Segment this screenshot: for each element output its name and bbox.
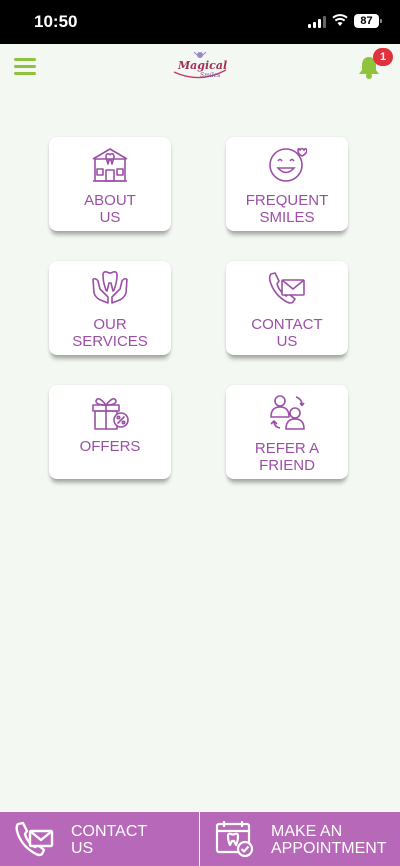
make-appointment-button-line2: APPOINTMENT (271, 840, 387, 857)
smile-face-heart-icon (269, 147, 307, 182)
status-bar: 10:50 87 (0, 0, 400, 44)
phone-envelope-icon (268, 272, 305, 304)
refer-friend-icon (270, 395, 305, 430)
our-services-label-line1: OUR (93, 316, 127, 333)
about-us-label-line2: US (99, 209, 121, 226)
frequent-smiles-tile[interactable]: FREQUENT SMILES (226, 137, 348, 231)
notification-badge: 1 (373, 48, 393, 66)
contact-us-button[interactable]: CONTACT US (0, 812, 199, 866)
menu-icon[interactable] (14, 58, 36, 76)
calendar-tooth-icon (215, 821, 254, 858)
offers-label-line1: OFFERS (79, 438, 141, 455)
contact-us-button-line1: CONTACT (71, 823, 148, 840)
logo-text: Magical (178, 59, 228, 72)
status-time: 10:50 (34, 12, 78, 31)
about-us-label-line1: ABOUT (84, 192, 136, 209)
tooth-hands-icon (92, 271, 128, 304)
app-header: Magical Smiles (0, 44, 400, 92)
logo-subtext: Smiles (200, 72, 221, 79)
about-us-tile[interactable]: ABOUT US (49, 137, 171, 231)
dental-clinic-building-icon (92, 148, 128, 182)
offers-tile[interactable]: OFFERS (49, 385, 171, 479)
our-services-label-line2: SERVICES (72, 333, 148, 350)
wifi-icon (332, 14, 348, 26)
frequent-smiles-label-line1: FREQUENT (245, 192, 329, 209)
phone-envelope-icon (15, 821, 54, 857)
refer-a-friend-tile[interactable]: REFER A FRIEND (226, 385, 348, 479)
make-appointment-button[interactable]: MAKE AN APPOINTMENT (200, 812, 400, 866)
refer-a-friend-label-line2: FRIEND (259, 457, 315, 474)
make-appointment-button-line1: MAKE AN (271, 823, 343, 840)
gift-discount-icon (92, 397, 129, 430)
app-logo: Magical Smiles (170, 50, 230, 82)
contact-us-tile[interactable]: CONTACT US (226, 261, 348, 355)
cellular-signal-icon (308, 16, 326, 28)
contact-us-label-line1: CONTACT (251, 316, 323, 333)
contact-us-label-line2: US (276, 333, 298, 350)
bottom-action-bar: CONTACT US MAKE AN APPOINTMENT (0, 812, 400, 866)
battery-indicator: 87 (354, 14, 382, 28)
refer-a-friend-label-line1: REFER A (254, 440, 320, 457)
contact-us-button-line2: US (71, 840, 94, 857)
our-services-tile[interactable]: OUR SERVICES (49, 261, 171, 355)
frequent-smiles-label-line2: SMILES (259, 209, 315, 226)
